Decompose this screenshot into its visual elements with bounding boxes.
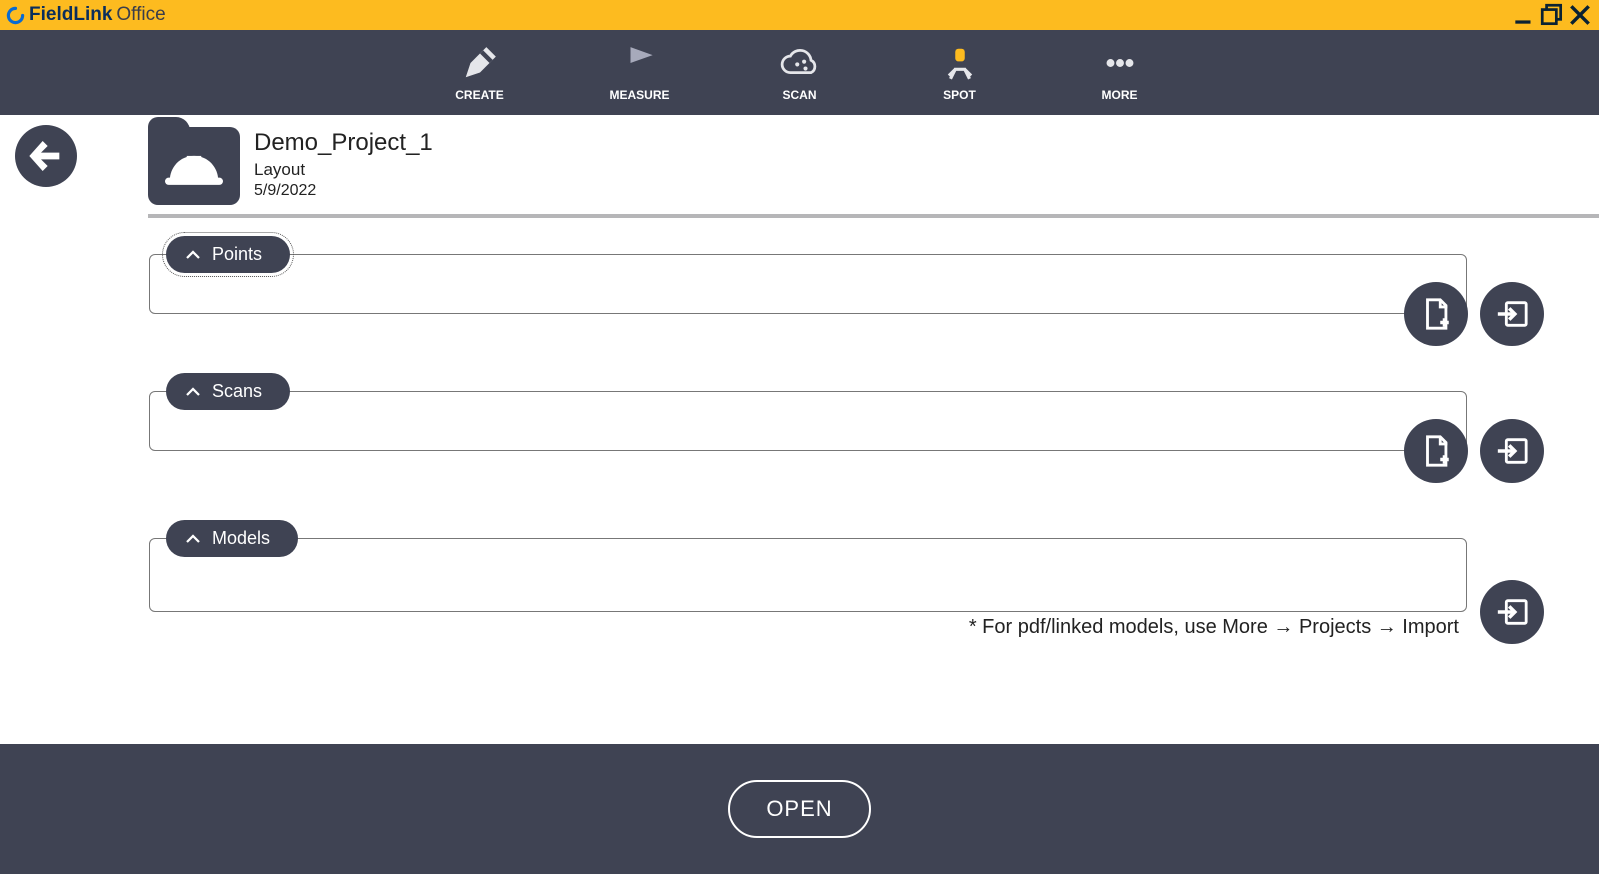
- main-toolbar: CREATE MEASURE SCAN SPOT MORE: [0, 30, 1599, 115]
- back-button[interactable]: [15, 125, 77, 187]
- section-frame-scans: [149, 391, 1467, 451]
- toolbar-more[interactable]: MORE: [1080, 44, 1160, 102]
- section-frame-models: [149, 538, 1467, 612]
- section-scans-label: Scans: [212, 381, 262, 402]
- project-date: 5/9/2022: [254, 182, 433, 200]
- add-file-scans-button[interactable]: [1404, 419, 1468, 483]
- import-icon: [1495, 297, 1529, 331]
- hardhat-icon: [165, 146, 223, 190]
- minimize-button[interactable]: [1511, 2, 1537, 28]
- collapse-toggle-models[interactable]: Models: [166, 520, 298, 557]
- toolbar-scan-label: SCAN: [782, 88, 816, 102]
- titlebar: FieldLink Office: [0, 0, 1599, 30]
- import-icon: [1495, 434, 1529, 468]
- window-controls: [1511, 2, 1593, 28]
- cloud-scan-icon: [778, 44, 822, 82]
- toolbar-spot[interactable]: SPOT: [920, 44, 1000, 102]
- arrow-left-icon: [26, 136, 66, 176]
- open-button[interactable]: OPEN: [728, 780, 870, 838]
- pencil-icon: [461, 44, 499, 82]
- project-folder-icon: [148, 127, 240, 205]
- import-icon: [1495, 595, 1529, 629]
- import-models-button[interactable]: [1480, 580, 1544, 644]
- chevron-up-icon: [184, 246, 202, 264]
- footer-bar: OPEN: [0, 744, 1599, 874]
- section-scans-actions: [1404, 419, 1544, 483]
- import-scans-button[interactable]: [1480, 419, 1544, 483]
- toolbar-measure-label: MEASURE: [609, 88, 669, 102]
- collapse-toggle-scans[interactable]: Scans: [166, 373, 290, 410]
- section-models-actions: [1480, 580, 1544, 644]
- maximize-button[interactable]: [1539, 2, 1565, 28]
- app-brand: FieldLink Office: [6, 4, 166, 26]
- file-plus-icon: [1419, 297, 1453, 331]
- project-title: Demo_Project_1: [254, 129, 433, 157]
- more-dots-icon: [1101, 44, 1139, 82]
- close-button[interactable]: [1567, 2, 1593, 28]
- toolbar-more-label: MORE: [1102, 88, 1138, 102]
- file-plus-icon: [1419, 434, 1453, 468]
- project-header: Demo_Project_1 Layout 5/9/2022: [148, 127, 1599, 212]
- section-models: Models * For pdf/linked models, use More…: [148, 520, 1599, 557]
- toolbar-create[interactable]: CREATE: [440, 44, 520, 102]
- toolbar-measure[interactable]: MEASURE: [600, 44, 680, 102]
- section-scans: Scans: [148, 373, 1599, 410]
- chevron-up-icon: [184, 383, 202, 401]
- section-models-label: Models: [212, 528, 270, 549]
- brand-bold: FieldLink: [29, 4, 112, 26]
- toolbar-scan[interactable]: SCAN: [760, 44, 840, 102]
- section-points-actions: [1404, 282, 1544, 346]
- add-file-points-button[interactable]: [1404, 282, 1468, 346]
- import-points-button[interactable]: [1480, 282, 1544, 346]
- section-points: Points: [148, 236, 1599, 273]
- divider: [148, 214, 1599, 218]
- content-area: Demo_Project_1 Layout 5/9/2022 Points Sc…: [0, 115, 1599, 744]
- chevron-up-icon: [184, 530, 202, 548]
- brand-light: Office: [116, 4, 165, 26]
- project-subtitle: Layout: [254, 160, 433, 180]
- section-frame-points: [149, 254, 1467, 314]
- toolbar-spot-label: SPOT: [943, 88, 976, 102]
- collapse-toggle-points[interactable]: Points: [166, 236, 290, 273]
- spot-robot-icon: [940, 44, 980, 82]
- section-points-label: Points: [212, 244, 262, 265]
- toolbar-create-label: CREATE: [455, 88, 503, 102]
- flag-icon: [621, 44, 659, 82]
- brand-logo-icon: [6, 6, 25, 25]
- project-meta: Demo_Project_1 Layout 5/9/2022: [254, 127, 433, 200]
- models-hint-text: * For pdf/linked models, use More → Proj…: [969, 616, 1459, 639]
